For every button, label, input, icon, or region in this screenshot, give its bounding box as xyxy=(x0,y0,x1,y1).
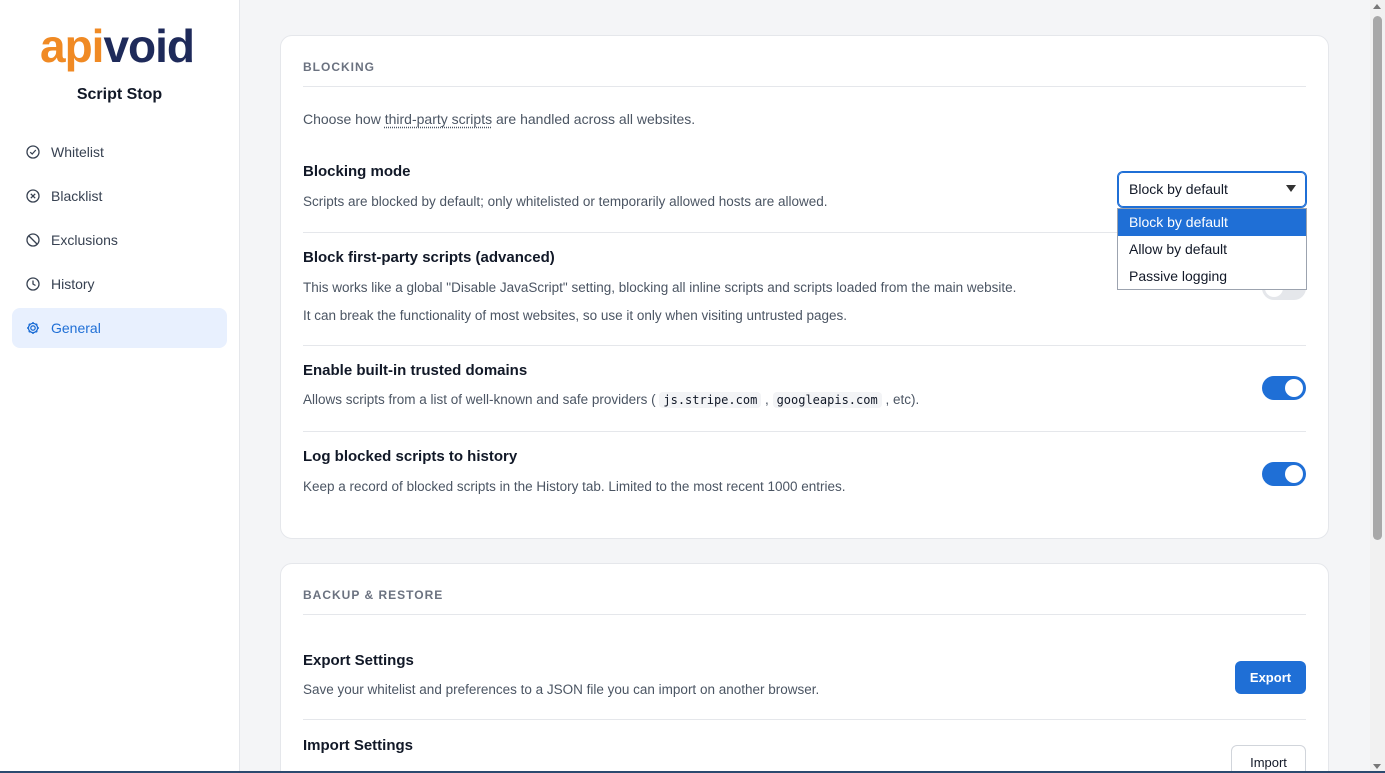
log-history-desc: Keep a record of blocked scripts in the … xyxy=(303,479,846,494)
log-history-title: Log blocked scripts to history xyxy=(303,448,518,465)
sidebar-item-general[interactable]: General xyxy=(12,308,227,348)
code-js-stripe: js.stripe.com xyxy=(659,392,762,408)
blocking-mode-selected: Block by default xyxy=(1129,181,1228,197)
code-googleapis: googleapis.com xyxy=(772,392,882,408)
blocking-mode-title: Blocking mode xyxy=(303,163,411,180)
import-button[interactable]: Import xyxy=(1231,745,1306,773)
export-settings-title: Export Settings xyxy=(303,652,414,669)
scrollbar-thumb[interactable] xyxy=(1373,16,1382,540)
sidebar: apivoid Script Stop Whitelist Blacklist … xyxy=(0,0,240,773)
option-block-by-default[interactable]: Block by default xyxy=(1118,209,1306,236)
sidebar-item-history[interactable]: History xyxy=(12,264,227,304)
svg-text:apivoid: apivoid xyxy=(40,22,194,72)
option-passive-logging[interactable]: Passive logging xyxy=(1118,263,1306,290)
app-name: Script Stop xyxy=(76,86,163,103)
toggle-knob xyxy=(1285,465,1303,483)
divider xyxy=(303,86,1306,87)
blocking-intro: Choose how third-party scripts are handl… xyxy=(303,111,695,127)
backup-card: BACKUP & RESTORE Export Settings Save yo… xyxy=(280,563,1329,773)
first-party-desc: This works like a global "Disable JavaSc… xyxy=(303,280,1017,295)
third-party-scripts-term: third-party scripts xyxy=(384,111,493,127)
sidebar-nav: Whitelist Blacklist Exclusions History G… xyxy=(12,132,227,352)
intro-text: are handled across all websites. xyxy=(492,111,696,127)
trusted-desc-sep: , xyxy=(761,392,773,407)
divider xyxy=(303,614,1306,615)
main-content: BLOCKING Choose how third-party scripts … xyxy=(240,0,1370,773)
check-circle-icon xyxy=(26,145,40,159)
scroll-up-icon[interactable] xyxy=(1373,4,1381,9)
export-settings-desc: Save your whitelist and preferences to a… xyxy=(303,682,820,697)
sidebar-item-exclusions[interactable]: Exclusions xyxy=(12,220,227,260)
trusted-domains-toggle[interactable] xyxy=(1262,376,1306,400)
sidebar-item-label: General xyxy=(51,320,101,336)
apivoid-logo: apivoid xyxy=(40,22,202,78)
vertical-scrollbar[interactable] xyxy=(1370,0,1385,773)
trusted-domains-title: Enable built-in trusted domains xyxy=(303,362,528,379)
scroll-down-icon[interactable] xyxy=(1373,764,1381,769)
log-history-toggle[interactable] xyxy=(1262,462,1306,486)
chevron-down-icon xyxy=(1286,185,1296,192)
trusted-desc-text: , etc). xyxy=(881,392,920,407)
first-party-title: Block first-party scripts (advanced) xyxy=(303,249,555,266)
first-party-warning: It can break the functionality of most w… xyxy=(303,308,848,323)
trusted-domains-desc: Allows scripts from a list of well-known… xyxy=(303,392,920,408)
sidebar-item-blacklist[interactable]: Blacklist xyxy=(12,176,227,216)
divider xyxy=(303,431,1306,432)
blocking-mode-desc: Scripts are blocked by default; only whi… xyxy=(303,194,828,209)
sidebar-item-label: Whitelist xyxy=(51,144,104,160)
blocking-mode-dropdown: Block by default Allow by default Passiv… xyxy=(1117,208,1307,290)
blocking-mode-select[interactable]: Block by default xyxy=(1117,171,1307,208)
clock-icon xyxy=(26,277,40,291)
option-allow-by-default[interactable]: Allow by default xyxy=(1118,236,1306,263)
sidebar-item-whitelist[interactable]: Whitelist xyxy=(12,132,227,172)
sidebar-item-label: History xyxy=(51,276,95,292)
section-title-blocking: BLOCKING xyxy=(303,60,375,74)
trusted-desc-text: Allows scripts from a list of well-known… xyxy=(303,392,660,407)
ban-icon xyxy=(26,233,40,247)
sidebar-item-label: Exclusions xyxy=(51,232,118,248)
intro-text: Choose how xyxy=(303,111,385,127)
divider xyxy=(303,345,1306,346)
import-settings-title: Import Settings xyxy=(303,737,414,754)
blocking-card: BLOCKING Choose how third-party scripts … xyxy=(280,35,1329,539)
divider xyxy=(303,719,1306,720)
toggle-knob xyxy=(1285,379,1303,397)
gear-icon xyxy=(26,321,40,335)
sidebar-item-label: Blacklist xyxy=(51,188,103,204)
section-title-backup: BACKUP & RESTORE xyxy=(303,588,444,602)
export-button[interactable]: Export xyxy=(1235,661,1306,694)
x-circle-icon xyxy=(26,189,40,203)
